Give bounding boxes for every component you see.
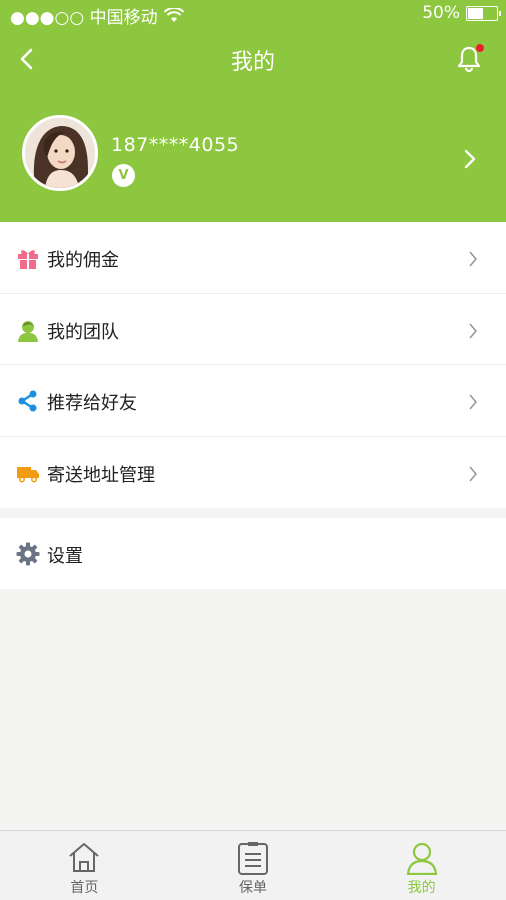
home-icon bbox=[69, 843, 99, 872]
battery-percent: 50% bbox=[422, 3, 460, 23]
notification-button[interactable] bbox=[456, 44, 484, 74]
page-title: 我的 bbox=[230, 50, 275, 75]
user-icon bbox=[406, 842, 437, 875]
chevron-right-icon bbox=[469, 394, 478, 410]
chevron-right-icon bbox=[469, 322, 478, 339]
tab-mine[interactable]: 我的 bbox=[337, 831, 506, 900]
menu-item-label: 我的团队 bbox=[47, 321, 119, 343]
navigation-bar: 我的 bbox=[0, 36, 506, 80]
menu-item-label: 我的佣金 bbox=[47, 250, 119, 271]
share-icon bbox=[18, 390, 37, 412]
carrier-text: ●●●○○ 中国移动 bbox=[10, 8, 158, 28]
menu-item-settings[interactable]: 设置 bbox=[0, 518, 506, 590]
status-bar: ●●●○○ 中国移动 50% bbox=[0, 0, 506, 28]
wifi-icon bbox=[163, 8, 184, 22]
profile-card[interactable]: 187****4055 V bbox=[0, 110, 506, 200]
tab-bar: 首页 保单 我的 bbox=[0, 830, 506, 900]
profile-header: ●●●○○ 中国移动 50% 我的 187****4055 V bbox=[0, 0, 506, 222]
menu-item-commission[interactable]: 我的佣金 bbox=[0, 222, 506, 294]
phone-number: 187****4055 bbox=[111, 134, 240, 156]
menu-item-label: 推荐给好友 bbox=[47, 393, 137, 414]
gear-icon bbox=[16, 542, 40, 566]
menu-item-recommend[interactable]: 推荐给好友 bbox=[0, 365, 506, 437]
menu-item-label: 寄送地址管理 bbox=[47, 464, 155, 486]
chevron-right-icon bbox=[464, 149, 476, 169]
chevron-right-icon bbox=[469, 251, 478, 267]
truck-icon bbox=[17, 466, 39, 482]
tab-home[interactable]: 首页 bbox=[0, 831, 169, 900]
team-icon bbox=[18, 320, 38, 342]
tab-policy[interactable]: 保单 bbox=[169, 831, 338, 900]
gift-icon bbox=[18, 250, 38, 269]
document-icon bbox=[238, 842, 268, 875]
vip-badge: V bbox=[112, 164, 135, 187]
tab-label: 首页 bbox=[70, 880, 99, 896]
tab-label: 保单 bbox=[239, 880, 267, 896]
battery-icon bbox=[466, 5, 501, 21]
avatar[interactable] bbox=[22, 115, 98, 191]
menu-item-label: 设置 bbox=[47, 546, 83, 567]
menu-list: 我的佣金 我的团队 推荐给好友 寄送地址管理 bbox=[0, 222, 506, 508]
notification-dot bbox=[476, 44, 484, 52]
menu-item-team[interactable]: 我的团队 bbox=[0, 294, 506, 365]
chevron-right-icon bbox=[469, 465, 478, 482]
menu-item-address[interactable]: 寄送地址管理 bbox=[0, 437, 506, 509]
settings-list: 设置 bbox=[0, 518, 506, 589]
tab-label: 我的 bbox=[407, 880, 436, 896]
